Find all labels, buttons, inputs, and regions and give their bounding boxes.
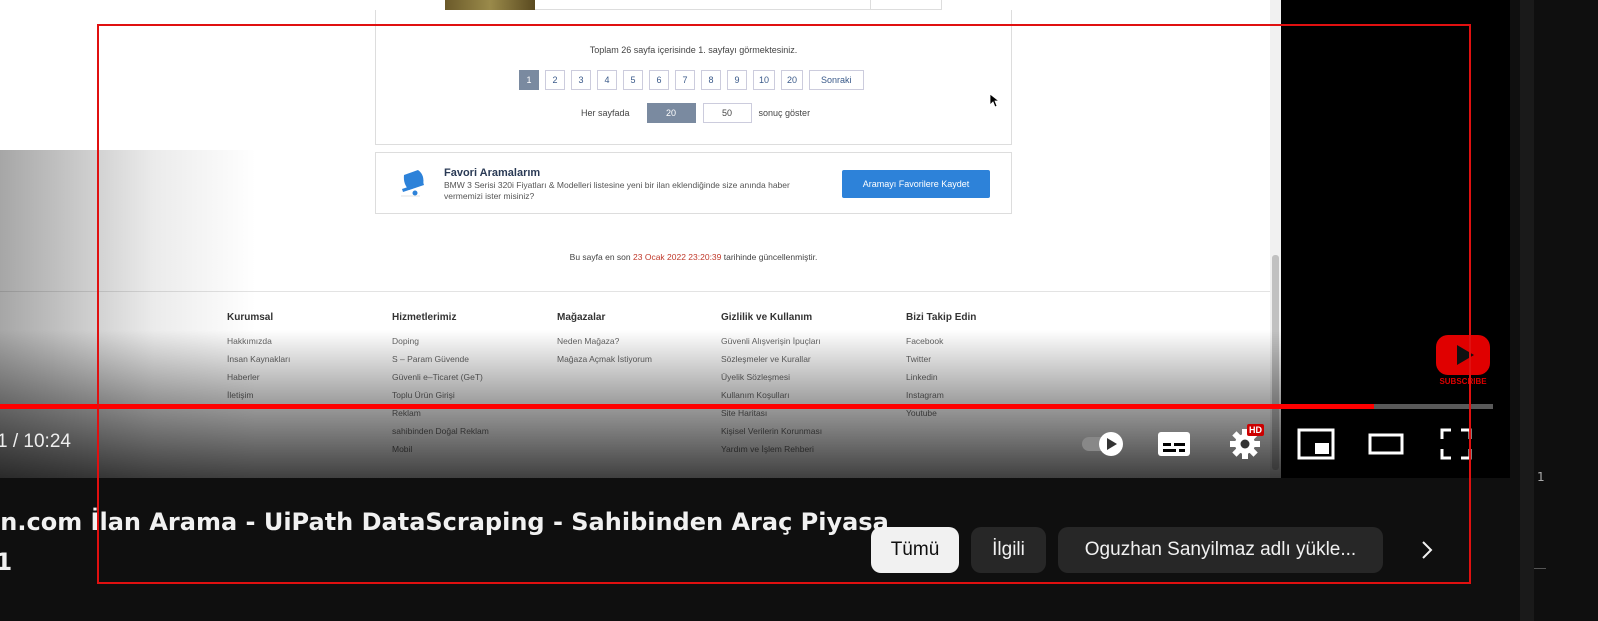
- listing-row-divider: [941, 0, 942, 10]
- page-button-2[interactable]: 2: [545, 70, 565, 90]
- fullscreen-button[interactable]: [1434, 422, 1478, 466]
- theater-mode-button[interactable]: [1364, 422, 1408, 466]
- side-panel-divider: [1534, 568, 1546, 569]
- page-button-4[interactable]: 4: [597, 70, 617, 90]
- footer-link[interactable]: Yardım ve İşlem Rehberi: [721, 440, 822, 458]
- favorite-searches-description: BMW 3 Serisi 320i Fiyatları & Modelleri …: [444, 180, 790, 201]
- last-updated-prefix: Bu sayfa en son: [569, 252, 631, 262]
- pagination-panel: Toplam 26 sayfa içerisinde 1. sayfayı gö…: [375, 10, 1012, 145]
- footer-column-title: Kurumsal: [227, 312, 274, 323]
- footer-column-title: Mağazalar: [557, 312, 606, 323]
- listing-row-divider: [870, 0, 871, 10]
- subscribe-watermark[interactable]: SUBSCRIBE: [1434, 333, 1492, 391]
- scrollbar-thumb[interactable]: [1272, 255, 1279, 470]
- footer-link[interactable]: Instagram: [906, 386, 976, 404]
- footer-column: Kurumsal Hakkımızda İnsan Kaynakları Haberl…: [227, 312, 290, 404]
- page-button-8[interactable]: 8: [701, 70, 721, 90]
- pagination-info: Toplam 26 sayfa içerisinde 1. sayfayı gö…: [589, 45, 798, 55]
- footer-column-title: Hizmetlerimiz: [392, 312, 457, 323]
- footer-link[interactable]: Güvenli Alışverişin İpuçları: [721, 332, 822, 350]
- favorite-searches-panel: Favori Aramalarım BMW 3 Serisi 320i Fiya…: [375, 152, 1012, 214]
- footer-link[interactable]: Toplu Ürün Girişi: [392, 386, 489, 404]
- footer-column-title: Bizi Takip Edin: [906, 312, 977, 323]
- page-button-7[interactable]: 7: [675, 70, 695, 90]
- video-player[interactable]: Toplam 26 sayfa içerisinde 1. sayfayı gö…: [0, 0, 1510, 478]
- subtitles-button[interactable]: [1152, 422, 1196, 466]
- footer-link[interactable]: Sözleşmeler ve Kurallar: [721, 350, 822, 368]
- per-page-label: Her sayfada: [581, 108, 630, 118]
- footer-link[interactable]: Facebook: [906, 332, 976, 350]
- page-button-10[interactable]: 10: [753, 70, 776, 90]
- chip-all[interactable]: Tümü: [871, 527, 959, 573]
- progress-played: [0, 404, 1374, 409]
- footer-link[interactable]: Mobil: [392, 440, 489, 458]
- footer-link[interactable]: Güvenli e–Ticaret (GeT): [392, 368, 489, 386]
- favorite-searches-title: Favori Aramalarım: [444, 167, 541, 179]
- footer-column-title: Gizlilik ve Kullanım: [721, 312, 813, 323]
- mouse-cursor-icon: [990, 94, 1000, 108]
- last-updated-suffix: tarihinde güncellenmiştir.: [723, 252, 818, 262]
- footer-column: Hizmetlerimiz Doping S – Param Güvende Güve…: [392, 312, 489, 458]
- progress-bar[interactable]: [0, 404, 1493, 409]
- save-search-button[interactable]: Aramayı Favorilere Kaydet: [842, 170, 990, 198]
- footer-link[interactable]: Neden Mağaza?: [557, 332, 652, 350]
- page-button-6[interactable]: 6: [649, 70, 669, 90]
- page-button-9[interactable]: 9: [727, 70, 747, 90]
- theater-mode-icon: [1368, 433, 1404, 455]
- per-page-option-50[interactable]: 50: [702, 103, 752, 123]
- per-page-suffix: sonuç göster: [758, 108, 811, 118]
- settings-button[interactable]: HD: [1223, 422, 1267, 466]
- footer-divider: [0, 291, 1270, 292]
- autoplay-icon: [1082, 432, 1123, 456]
- subtitles-icon: [1158, 432, 1190, 456]
- per-page-option-20[interactable]: 20: [646, 103, 696, 123]
- footer-column: Mağazalar Neden Mağaza? Mağaza Açmak İstiy…: [557, 312, 652, 368]
- video-title: en.com İlan Arama - UiPath DataScraping …: [0, 502, 889, 582]
- last-updated-text: Bu sayfa en son 23 Ocak 2022 23:20:39 ta…: [375, 252, 1012, 262]
- footer-link[interactable]: Linkedin: [906, 368, 976, 386]
- youtube-watch-page: Toplam 26 sayfa içerisinde 1. sayfayı gö…: [0, 0, 1598, 621]
- footer-link[interactable]: Mağaza Açmak İstiyorum: [557, 350, 652, 368]
- fullscreen-icon: [1440, 428, 1472, 460]
- footer-link[interactable]: Doping: [392, 332, 489, 350]
- youtube-logo-icon: [1436, 335, 1490, 375]
- side-panel: [1534, 0, 1598, 621]
- page-button-20[interactable]: 20: [781, 70, 804, 90]
- video-title-line-2: t1: [0, 548, 13, 576]
- chips-next-button[interactable]: [1405, 530, 1449, 570]
- per-page-selector: Her sayfada 20 50 sonuç göster: [581, 103, 810, 123]
- miniplayer-button[interactable]: [1294, 422, 1338, 466]
- next-page-button[interactable]: Sonraki: [809, 70, 864, 90]
- footer-column: Gizlilik ve Kullanım Güvenli Alışverişin …: [721, 312, 822, 458]
- footer-link[interactable]: İnsan Kaynakları: [227, 350, 290, 368]
- footer-link[interactable]: Haberler: [227, 368, 290, 386]
- hd-badge: HD: [1247, 424, 1264, 436]
- time-display: 1 / 10:24: [0, 431, 71, 452]
- chip-related[interactable]: İlgili: [971, 527, 1046, 573]
- page-button-1[interactable]: 1: [519, 70, 539, 90]
- footer-link[interactable]: Twitter: [906, 350, 976, 368]
- footer-link[interactable]: S – Param Güvende: [392, 350, 489, 368]
- last-updated-date: 23 Ocak 2022 23:20:39: [633, 252, 722, 262]
- page-numbers: 1 2 3 4 5 6 7 8 9 10 20 Sonraki: [519, 70, 864, 90]
- subscribe-label: SUBSCRIBE: [1439, 377, 1487, 386]
- page-button-5[interactable]: 5: [623, 70, 643, 90]
- video-title-line-1: en.com İlan Arama - UiPath DataScraping …: [0, 508, 889, 536]
- footer-link[interactable]: sahibinden Doğal Reklam: [392, 422, 489, 440]
- listing-thumbnail: [445, 0, 535, 10]
- page-button-3[interactable]: 3: [571, 70, 591, 90]
- autoplay-toggle[interactable]: [1080, 422, 1130, 466]
- footer-link[interactable]: Kullanım Koşulları: [721, 386, 822, 404]
- footer-link[interactable]: İletişim: [227, 386, 290, 404]
- side-panel-edge: [1520, 0, 1534, 621]
- footer-link[interactable]: Üyelik Sözleşmesi: [721, 368, 822, 386]
- side-panel-number: 1: [1537, 470, 1545, 484]
- chip-uploader[interactable]: Oguzhan Sanyilmaz adlı yükle...: [1058, 527, 1383, 573]
- chevron-right-icon: [1422, 541, 1433, 559]
- miniplayer-icon: [1297, 428, 1335, 460]
- bell-icon: [401, 170, 424, 197]
- footer-link[interactable]: Kişisel Verilerin Korunması: [721, 422, 822, 440]
- footer-link[interactable]: Hakkımızda: [227, 332, 290, 350]
